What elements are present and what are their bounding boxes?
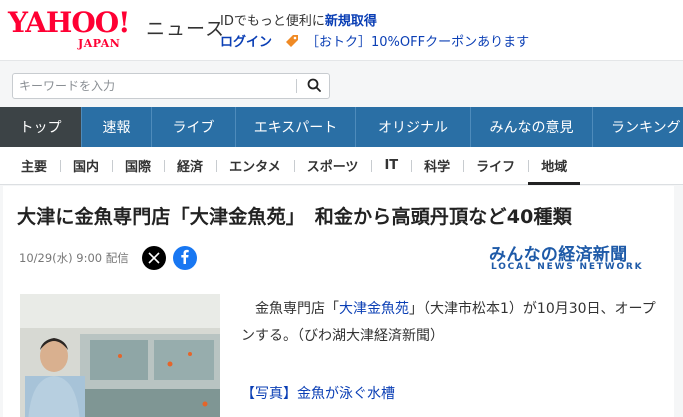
category-main[interactable]: 主要 xyxy=(0,147,60,185)
category-international[interactable]: 国際 xyxy=(112,147,164,185)
photo-gallery-link[interactable]: 【写真】金魚が泳ぐ水槽 xyxy=(241,383,395,403)
primary-nav: トップ 速報 ライブ エキスパート オリジナル みんなの意見 ランキング xyxy=(0,107,683,147)
publish-label: 配信 xyxy=(105,251,129,265)
tab-opinions[interactable]: みんなの意見 xyxy=(471,107,593,147)
article-meta: 10/29(水) 9:00 配信 xyxy=(19,250,129,266)
share-x-button[interactable] xyxy=(142,246,166,270)
register-link[interactable]: 新規取得 xyxy=(325,14,377,29)
tab-original[interactable]: オリジナル xyxy=(356,107,471,147)
category-science[interactable]: 科学 xyxy=(411,147,463,185)
category-sports[interactable]: スポーツ xyxy=(293,147,372,185)
category-economy[interactable]: 経済 xyxy=(164,147,216,185)
search-button[interactable] xyxy=(299,74,329,98)
tab-top[interactable]: トップ xyxy=(0,107,82,147)
category-domestic[interactable]: 国内 xyxy=(60,147,112,185)
section-label[interactable]: ニュース xyxy=(146,14,225,41)
source-logo[interactable]: みんなの経済新聞 LOCAL NEWS NETWORK xyxy=(489,240,657,276)
search-divider xyxy=(296,79,297,93)
tab-ranking[interactable]: ランキング xyxy=(593,107,683,147)
login-promo-line: ログイン ［おトク］10%OFFクーポンあります xyxy=(220,31,529,50)
coupon-link[interactable]: ［おトク］10%OFFクーポンあります xyxy=(306,31,529,50)
share-facebook-button[interactable] xyxy=(173,246,197,270)
article-headline: 大津に金魚専門店「大津金魚苑」 和金から高頭丹頂など40種類 xyxy=(17,206,572,228)
category-nav: 主要 国内 国際 経済 エンタメ スポーツ IT 科学 ライフ 地域 xyxy=(0,147,683,185)
logo-main: YAHOO! xyxy=(8,6,130,39)
source-tagline: LOCAL NEWS NETWORK xyxy=(491,262,644,272)
tab-breaking[interactable]: 速報 xyxy=(82,107,152,147)
x-logo-icon xyxy=(148,249,160,268)
coupon-tag-icon xyxy=(284,33,300,49)
tab-live[interactable]: ライブ xyxy=(152,107,236,147)
search-box xyxy=(12,73,330,99)
search-input[interactable] xyxy=(13,74,295,98)
body-lead: 金魚専門店「 xyxy=(255,301,339,317)
shop-link[interactable]: 大津金魚苑 xyxy=(339,301,409,317)
article: 大津に金魚専門店「大津金魚苑」 和金から高頭丹頂など40種類 10/29(水) … xyxy=(3,186,674,417)
category-local[interactable]: 地域 xyxy=(528,147,581,185)
promo-text: IDでもっと便利に xyxy=(220,14,325,29)
search-icon xyxy=(307,77,321,96)
category-life[interactable]: ライフ xyxy=(463,147,528,185)
logo-sub: JAPAN xyxy=(78,37,121,50)
search-bar xyxy=(0,60,683,107)
login-link[interactable]: ログイン xyxy=(220,31,272,50)
publish-date: 10/29(水) 9:00 xyxy=(19,251,103,265)
facebook-logo-icon xyxy=(178,248,192,268)
site-header: YAHOO! JAPAN ニュース IDでもっと便利に新規取得 ログイン ［おト… xyxy=(0,0,683,60)
category-it[interactable]: IT xyxy=(371,147,411,185)
promo-line: IDでもっと便利に新規取得 xyxy=(220,10,377,29)
tab-expert[interactable]: エキスパート xyxy=(236,107,356,147)
yahoo-japan-logo[interactable]: YAHOO! JAPAN xyxy=(8,6,140,51)
article-body: 金魚専門店「大津金魚苑」（大津市松本1）が10月30日、オープンする。（びわ湖大… xyxy=(241,296,661,350)
article-photo[interactable] xyxy=(20,294,220,417)
category-entertainment[interactable]: エンタメ xyxy=(216,147,294,185)
